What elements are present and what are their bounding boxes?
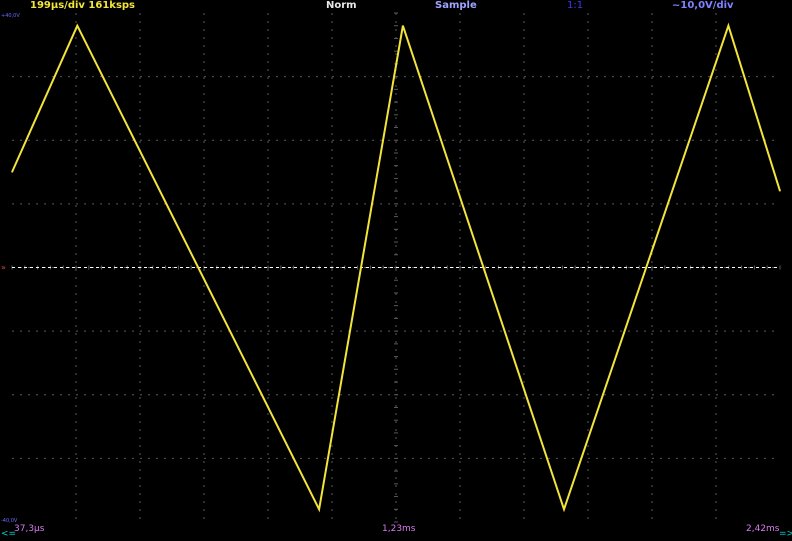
scroll-right-arrow-icon[interactable]: => xyxy=(779,530,792,539)
oscilloscope-display: 199µs/div 161ksps Norm Sample 1:1 ~10,0V… xyxy=(0,0,792,541)
trace-vertex xyxy=(11,171,13,173)
trace-vertex xyxy=(318,508,320,510)
trace-vertex xyxy=(402,25,404,27)
trace-vertex xyxy=(727,25,729,27)
channel-ground-marker[interactable]: » xyxy=(1,263,6,272)
trace-vertex xyxy=(76,25,78,27)
waveform-plot xyxy=(11,12,781,523)
trace-vertex xyxy=(779,190,781,192)
time-center-label: 1,23ms xyxy=(382,524,416,534)
time-start-label: 37,3µs xyxy=(14,524,45,534)
time-end-label: 2,42ms xyxy=(746,524,780,534)
y-axis-top-label: +40,0V xyxy=(1,13,20,19)
trace-vertex xyxy=(563,508,565,510)
scroll-left-arrow-icon[interactable]: <= xyxy=(1,530,16,539)
